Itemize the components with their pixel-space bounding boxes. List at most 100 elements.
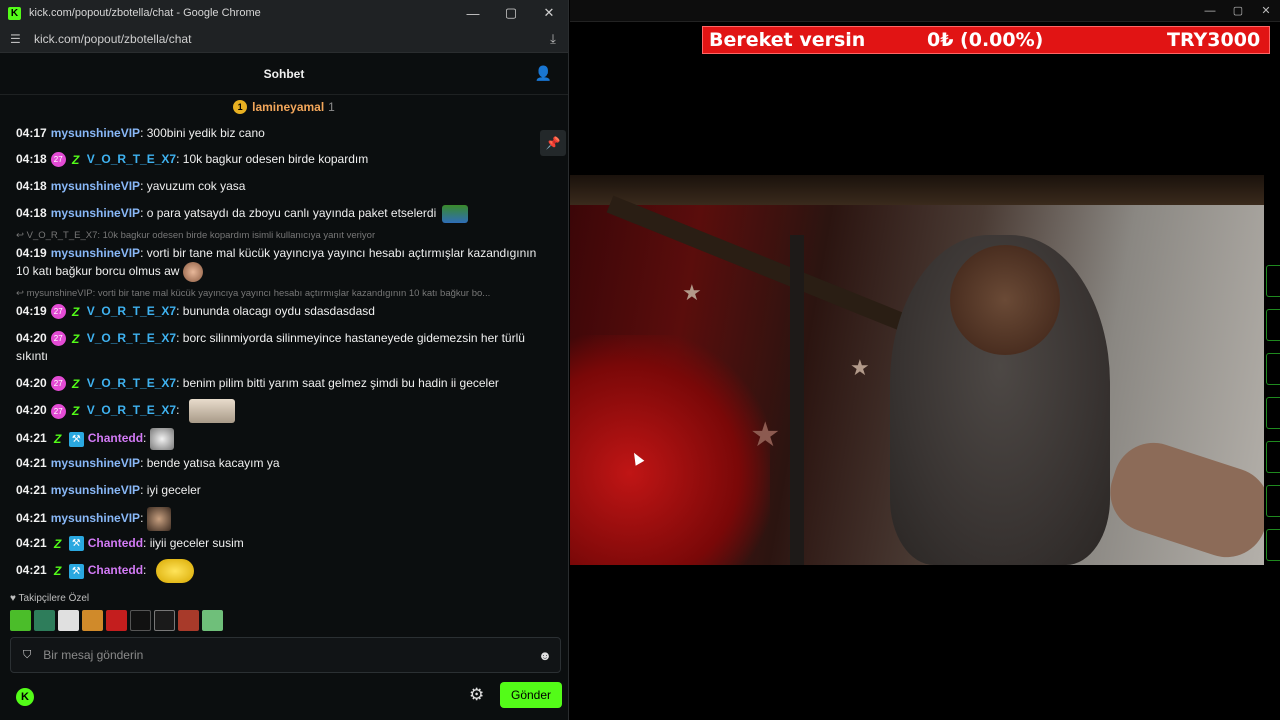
background-window-edges (1266, 265, 1280, 573)
message-username[interactable]: V_O_R_T_E_X7 (87, 331, 176, 345)
heart-icon: ♥ (10, 593, 16, 604)
message-username[interactable]: mysunshineVIP (51, 179, 140, 193)
window-edge (1266, 529, 1280, 561)
message-time: 04:21 (16, 431, 47, 446)
chat-header: Sohbet 👤 (0, 53, 568, 95)
z-badge-icon: Z (54, 564, 62, 578)
stream-window-controls: — ▢ ✕ (570, 0, 1280, 22)
moderator-badge-icon: ⚒ (68, 536, 84, 552)
emote-var-icon[interactable] (154, 610, 175, 631)
reply-context[interactable]: ↩ V_O_R_T_E_X7: 10k bagkur odesen birde … (16, 230, 556, 241)
window-edge (1266, 309, 1280, 341)
message-username[interactable]: mysunshineVIP (51, 206, 140, 220)
message-text: o para yatsaydı da zboyu canlı yayında p… (146, 206, 437, 220)
emoji-picker-icon[interactable]: ☻ (530, 648, 560, 663)
gift-rank-badge: 1 (233, 100, 248, 114)
chat-message: 04:21 mysunshineVIP: bende yatısa kacayım… (16, 456, 280, 470)
z-badge-icon: Z (72, 404, 80, 418)
send-button[interactable]: Gönder (500, 682, 562, 708)
reply-context[interactable]: ↩ mysunshineVIP: vorti bir tane mal kücü… (16, 288, 556, 299)
message-time: 04:20 (16, 403, 47, 418)
message-username[interactable]: V_O_R_T_E_X7 (87, 304, 176, 318)
message-username[interactable]: mysunshineVIP (51, 511, 140, 525)
star-decoration-icon: ★ (850, 355, 870, 380)
message-text: yavuzum cok yasa (146, 179, 246, 193)
users-icon[interactable]: 👤 (535, 65, 552, 82)
chat-message: 04:20 27 Z V_O_R_T_E_X7: borc silinmiyorda … (16, 331, 525, 363)
chat-message: 04:18 mysunshineVIP: o para yatsaydı da z… (16, 204, 546, 223)
input-placeholder[interactable]: Bir mesaj gönderin (43, 648, 530, 662)
chat-message: 04:19 27 Z V_O_R_T_E_X7: bununda olacagı oy… (16, 304, 375, 320)
emote-red-face-icon[interactable] (106, 610, 127, 631)
message-username[interactable]: V_O_R_T_E_X7 (87, 376, 176, 390)
ticker-progress-text: 0₺ (0.00%) (927, 29, 1044, 51)
chat-message: 04:21 mysunshineVIP: iyi geceler (16, 483, 201, 497)
minimize-icon[interactable]: — (1196, 5, 1224, 17)
chat-title: Sohbet (263, 66, 305, 81)
message-username[interactable]: Chantedd (88, 563, 143, 577)
address-bar[interactable]: ☰ kick.com/popout/zbotella/chat ⤓ (0, 26, 568, 53)
close-icon[interactable]: ✕ (530, 5, 568, 21)
message-text: bende yatısa kacayım ya (146, 456, 280, 470)
person-arm (1100, 432, 1264, 565)
url-text[interactable]: kick.com/popout/zbotella/chat (34, 32, 538, 46)
kick-logo-icon[interactable]: K (16, 688, 34, 706)
message-username[interactable]: Chantedd (88, 536, 143, 550)
kick-favicon-icon: K (8, 6, 21, 20)
minimize-icon[interactable]: — (454, 6, 492, 21)
z-badge-icon: Z (54, 536, 62, 551)
message-time: 04:17 (16, 126, 47, 140)
site-settings-icon[interactable]: ☰ (10, 32, 24, 46)
wooden-beam (606, 195, 929, 340)
emote-green-icon[interactable] (202, 610, 223, 631)
gear-icon[interactable]: ⚙ (469, 685, 484, 705)
message-text: vorti bir tane mal kücük yayıncıya yayın… (146, 246, 537, 260)
blob-emote-icon (155, 559, 194, 583)
maximize-icon[interactable]: ▢ (1224, 4, 1252, 17)
message-text: bununda olacagı oydu sdasdasdasd (182, 304, 375, 318)
z-badge-icon: Z (72, 376, 80, 391)
cat-emote-icon (188, 399, 235, 423)
face-emote-icon (182, 262, 203, 282)
emote-angry-icon[interactable] (178, 610, 199, 631)
emote-text-icon[interactable] (130, 610, 151, 631)
message-username[interactable]: V_O_R_T_E_X7 (87, 403, 176, 417)
emote-frog-icon[interactable] (10, 610, 31, 631)
chat-message-input[interactable]: ⛉ Bir mesaj gönderin ☻ (10, 637, 561, 673)
message-text: borc silinmiyorda silinmeyince hastaneye… (182, 331, 525, 345)
followers-only-label: ♥ Takipçilere Özel (10, 593, 89, 604)
stream-video[interactable]: ★ ★ ★ (570, 175, 1264, 565)
message-username[interactable]: mysunshineVIP (51, 456, 140, 470)
emote-pepe-icon[interactable] (34, 610, 55, 631)
pinned-gifter-bar[interactable]: 1 lamineyamal 1 (0, 95, 568, 119)
message-username[interactable]: mysunshineVIP (51, 483, 140, 497)
message-time: 04:21 (16, 563, 47, 578)
shield-icon: ⛉ (23, 648, 32, 661)
message-text-continued: 10 katı bağkur borcu olmus aw (16, 264, 180, 279)
man-emote-icon (146, 507, 171, 531)
z-badge-icon: Z (54, 432, 62, 446)
message-username[interactable]: Chantedd (88, 431, 143, 445)
pinned-user-name[interactable]: lamineyamal (252, 100, 324, 114)
message-text-continued: sıkıntı (16, 349, 49, 363)
emote-man-icon[interactable] (82, 610, 103, 631)
ceiling-beam (570, 175, 1264, 205)
emote-card-icon[interactable] (58, 610, 79, 631)
download-icon[interactable]: ⤓ (538, 31, 568, 47)
star-decoration-icon: ★ (750, 416, 781, 454)
message-time: 04:20 (16, 376, 47, 390)
subscriber-badge: 27 (50, 403, 66, 419)
message-username[interactable]: mysunshineVIP (51, 246, 140, 260)
maximize-icon[interactable]: ▢ (492, 5, 530, 21)
window-edge (1266, 353, 1280, 385)
message-time: 04:21 (16, 456, 47, 470)
chat-message-list: 04:17 mysunshineVIP: 300bini yedik biz ca… (0, 122, 569, 592)
message-username[interactable]: mysunshineVIP (51, 126, 140, 140)
close-icon[interactable]: ✕ (1252, 4, 1280, 17)
moderator-badge-icon: ⚒ (68, 431, 84, 447)
message-username[interactable]: V_O_R_T_E_X7 (87, 152, 176, 166)
message-time: 04:21 (16, 483, 47, 497)
window-edge (1266, 485, 1280, 517)
reply-text: mysunshineVIP: vorti bir tane mal kücük … (26, 288, 491, 299)
wooden-post (790, 235, 804, 565)
